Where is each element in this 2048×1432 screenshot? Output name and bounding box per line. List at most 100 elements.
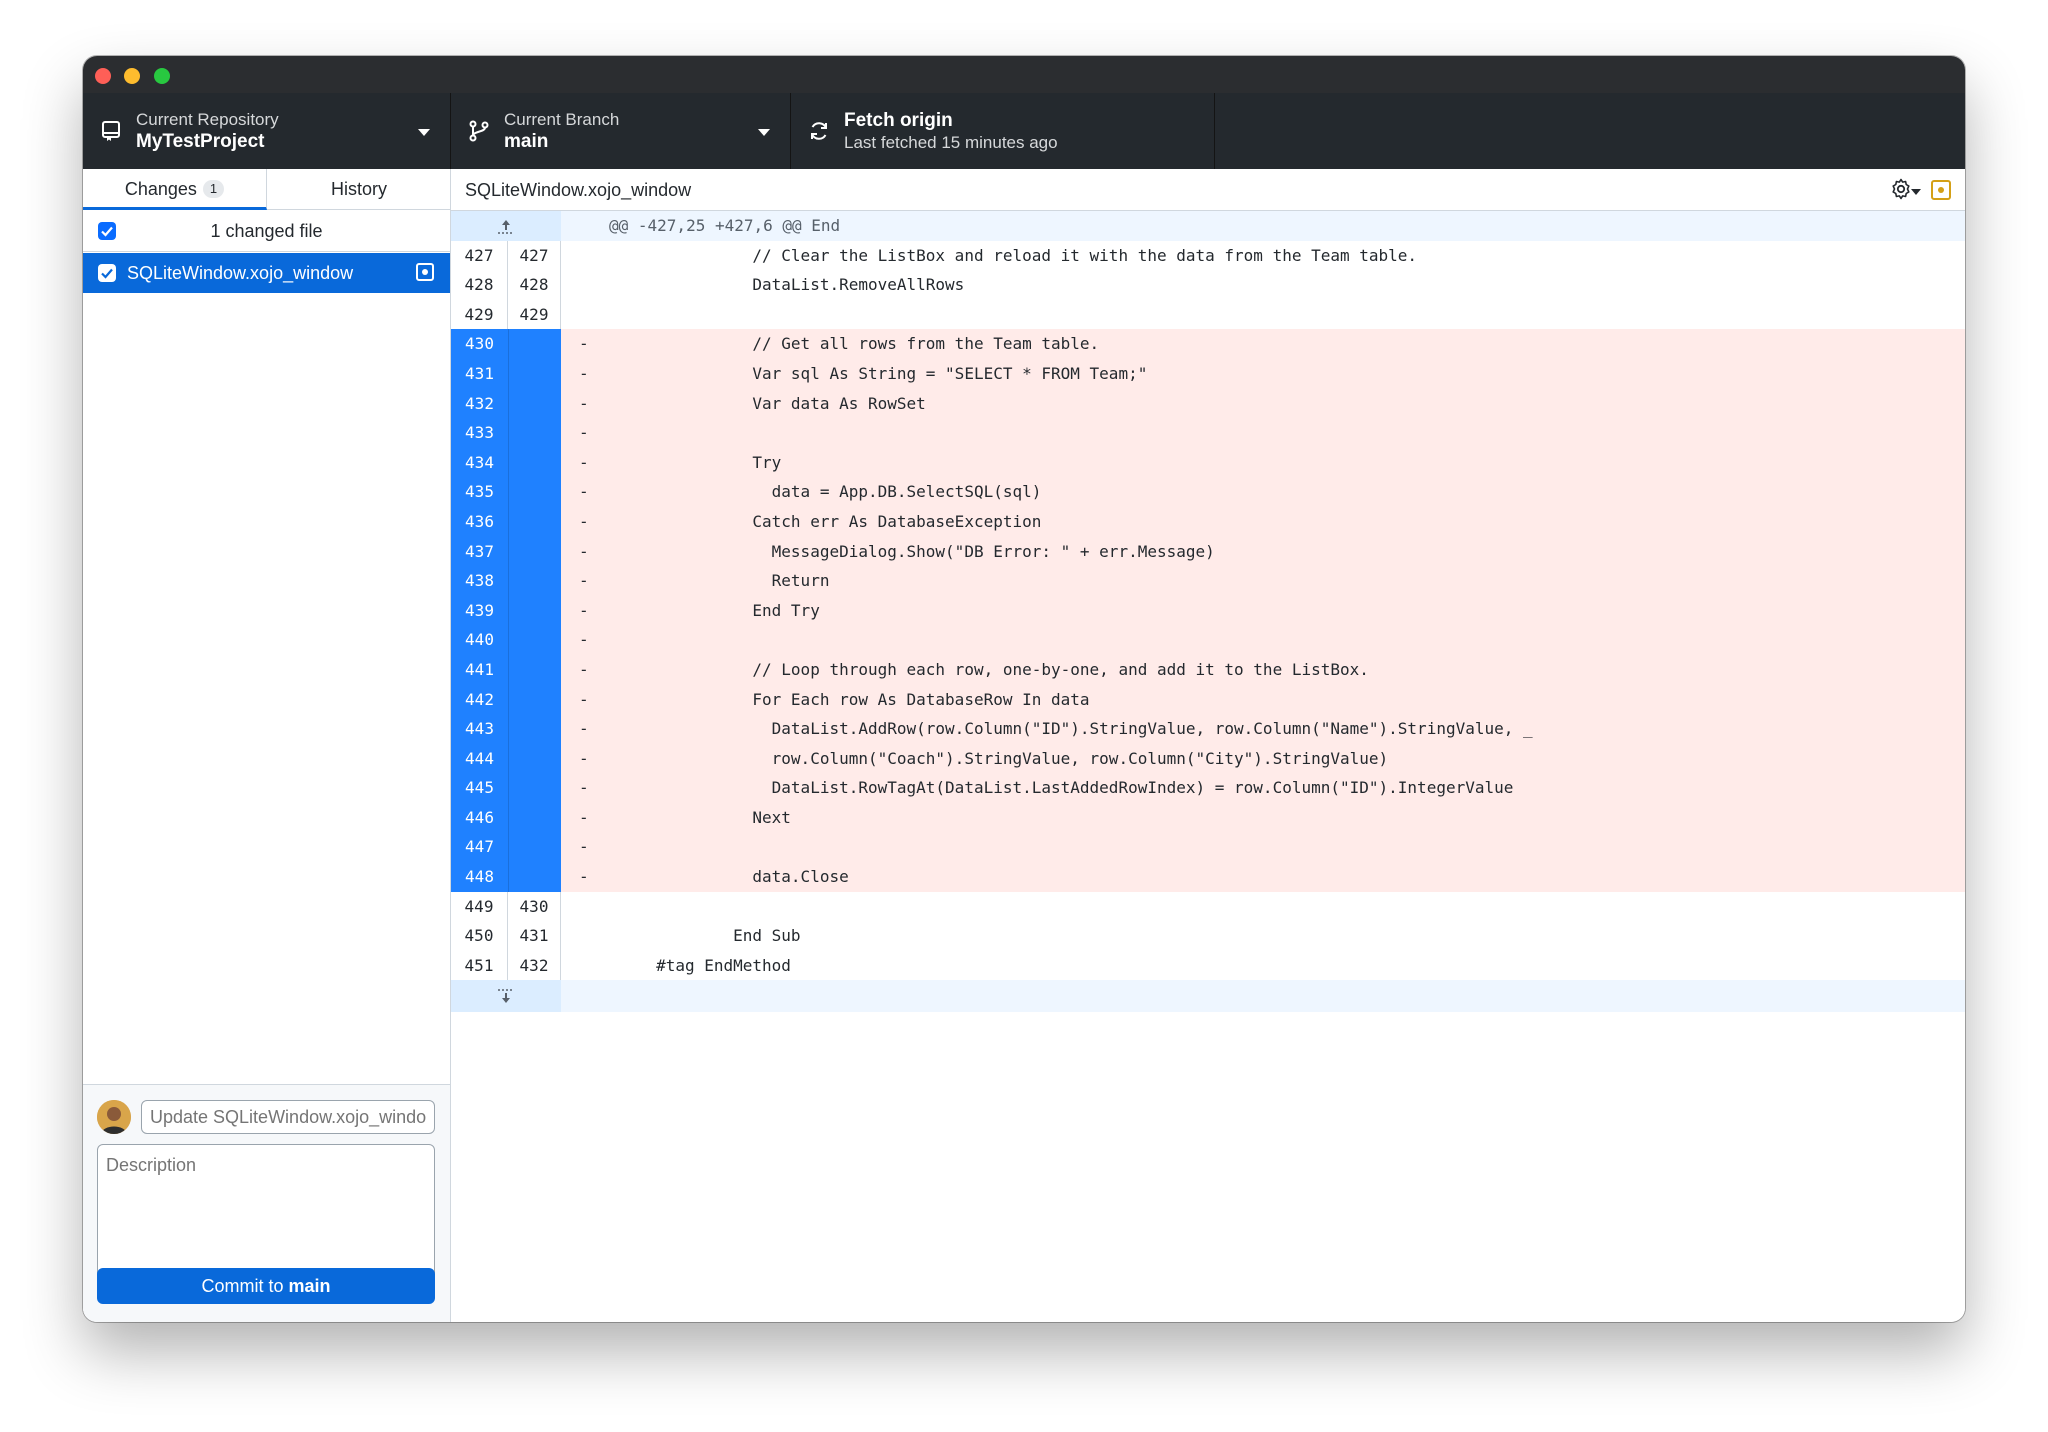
deleted-line[interactable]: 442 - For Each row As DatabaseRow In data bbox=[451, 684, 1965, 715]
new-line-number[interactable]: 428 bbox=[508, 270, 561, 300]
old-line-number[interactable]: 449 bbox=[451, 891, 508, 922]
tab-changes[interactable]: Changes 1 bbox=[83, 169, 267, 210]
new-line-number[interactable] bbox=[508, 477, 561, 507]
new-line-number[interactable] bbox=[508, 684, 561, 715]
old-line-number[interactable]: 451 bbox=[451, 950, 508, 981]
deleted-line[interactable]: 439 - End Try bbox=[451, 595, 1965, 626]
current-branch-button[interactable]: Current Branch main bbox=[451, 93, 791, 169]
context-line[interactable]: 427 427 // Clear the ListBox and reload i… bbox=[451, 240, 1965, 271]
fetch-status: Last fetched 15 minutes ago bbox=[844, 133, 1058, 152]
new-line-number[interactable] bbox=[508, 566, 561, 596]
deleted-line[interactable]: 436 - Catch err As DatabaseException bbox=[451, 506, 1965, 537]
old-line-number[interactable]: 427 bbox=[451, 240, 508, 271]
old-line-number[interactable]: 436 bbox=[451, 506, 508, 537]
deleted-line[interactable]: 446 - Next bbox=[451, 802, 1965, 833]
new-line-number[interactable]: 429 bbox=[508, 299, 561, 330]
context-line[interactable]: 451 432 #tag EndMethod bbox=[451, 950, 1965, 981]
code-text: - DataList.RowTagAt(DataList.LastAddedRo… bbox=[579, 778, 1514, 798]
expand-down-icon[interactable] bbox=[495, 987, 517, 1005]
deleted-line[interactable]: 447 - bbox=[451, 832, 1965, 863]
deleted-line[interactable]: 448 - data.Close bbox=[451, 862, 1965, 892]
new-line-number[interactable] bbox=[508, 832, 561, 863]
new-line-number[interactable] bbox=[508, 388, 561, 419]
deleted-line[interactable]: 444 - row.Column("Coach").StringValue, ro… bbox=[451, 743, 1965, 774]
old-line-number[interactable]: 447 bbox=[451, 832, 508, 863]
minimize-window-button[interactable] bbox=[124, 68, 140, 84]
old-line-number[interactable]: 428 bbox=[451, 270, 508, 300]
new-line-number[interactable] bbox=[508, 506, 561, 537]
old-line-number[interactable]: 438 bbox=[451, 566, 508, 596]
old-line-number[interactable]: 430 bbox=[451, 329, 508, 359]
old-line-number[interactable]: 433 bbox=[451, 418, 508, 448]
deleted-line[interactable]: 431 - Var sql As String = "SELECT * FROM … bbox=[451, 358, 1965, 389]
new-line-number[interactable] bbox=[508, 595, 561, 626]
changed-files-header: 1 changed file bbox=[83, 210, 450, 252]
deleted-line[interactable]: 430 - // Get all rows from the Team table… bbox=[451, 329, 1965, 359]
new-line-number[interactable] bbox=[508, 625, 561, 655]
deleted-line[interactable]: 433 - bbox=[451, 418, 1965, 448]
deleted-line[interactable]: 441 - // Loop through each row, one-by-on… bbox=[451, 654, 1965, 685]
context-line[interactable]: 450 431 End Sub bbox=[451, 921, 1965, 951]
new-line-number[interactable] bbox=[508, 773, 561, 803]
old-line-number[interactable]: 444 bbox=[451, 743, 508, 774]
old-line-number[interactable]: 440 bbox=[451, 625, 508, 655]
new-line-number[interactable] bbox=[508, 418, 561, 448]
chevron-down-icon[interactable] bbox=[1911, 189, 1921, 195]
code-text: - Next bbox=[579, 807, 791, 827]
fetch-origin-button[interactable]: Fetch origin Last fetched 15 minutes ago bbox=[791, 93, 1215, 169]
new-line-number[interactable]: 427 bbox=[508, 240, 561, 271]
new-line-number[interactable] bbox=[508, 743, 561, 774]
context-line[interactable]: 428 428 DataList.RemoveAllRows bbox=[451, 270, 1965, 300]
deleted-line[interactable]: 443 - DataList.AddRow(row.Column("ID").St… bbox=[451, 714, 1965, 744]
code-text: - bbox=[579, 837, 589, 857]
old-line-number[interactable]: 434 bbox=[451, 447, 508, 478]
new-line-number[interactable] bbox=[508, 714, 561, 744]
old-line-number[interactable]: 431 bbox=[451, 358, 508, 389]
old-line-number[interactable]: 429 bbox=[451, 299, 508, 330]
new-line-number[interactable]: 431 bbox=[508, 921, 561, 951]
expand-up-icon[interactable] bbox=[495, 218, 517, 236]
tab-history[interactable]: History bbox=[267, 169, 451, 210]
deleted-line[interactable]: 440 - bbox=[451, 625, 1965, 655]
deleted-line[interactable]: 437 - MessageDialog.Show("DB Error: " + e… bbox=[451, 536, 1965, 567]
changed-file-item[interactable]: SQLiteWindow.xojo_window bbox=[83, 253, 450, 293]
zoom-window-button[interactable] bbox=[154, 68, 170, 84]
old-line-number[interactable]: 435 bbox=[451, 477, 508, 507]
new-line-number[interactable] bbox=[508, 358, 561, 389]
new-line-number[interactable] bbox=[508, 862, 561, 892]
current-repository-button[interactable]: Current Repository MyTestProject bbox=[83, 93, 451, 169]
old-line-number[interactable]: 441 bbox=[451, 654, 508, 685]
deleted-line[interactable]: 432 - Var data As RowSet bbox=[451, 388, 1965, 419]
new-line-number[interactable] bbox=[508, 447, 561, 478]
new-line-number[interactable]: 430 bbox=[508, 891, 561, 922]
file-include-checkbox[interactable] bbox=[98, 264, 116, 282]
deleted-line[interactable]: 438 - Return bbox=[451, 566, 1965, 596]
old-line-number[interactable]: 437 bbox=[451, 536, 508, 567]
old-line-number[interactable]: 445 bbox=[451, 773, 508, 803]
commit-summary-input[interactable] bbox=[141, 1100, 435, 1134]
old-line-number[interactable]: 446 bbox=[451, 802, 508, 833]
deleted-line[interactable]: 445 - DataList.RowTagAt(DataList.LastAdde… bbox=[451, 773, 1965, 803]
commit-description-input[interactable] bbox=[98, 1145, 434, 1263]
deleted-line[interactable]: 435 - data = App.DB.SelectSQL(sql) bbox=[451, 477, 1965, 507]
new-line-number[interactable]: 432 bbox=[508, 950, 561, 981]
old-line-number[interactable]: 448 bbox=[451, 862, 508, 892]
new-line-number[interactable] bbox=[508, 654, 561, 685]
old-line-number[interactable]: 443 bbox=[451, 714, 508, 744]
deleted-line[interactable]: 434 - Try bbox=[451, 447, 1965, 478]
old-line-number[interactable]: 442 bbox=[451, 684, 508, 715]
context-line[interactable]: 449 430 bbox=[451, 891, 1965, 922]
old-line-number[interactable]: 439 bbox=[451, 595, 508, 626]
old-line-number[interactable]: 450 bbox=[451, 921, 508, 951]
file-modified-icon bbox=[1931, 180, 1951, 200]
checkmark-icon bbox=[101, 268, 113, 279]
new-line-number[interactable] bbox=[508, 329, 561, 359]
old-line-number[interactable]: 432 bbox=[451, 388, 508, 419]
new-line-number[interactable] bbox=[508, 536, 561, 567]
commit-button[interactable]: Commit to main bbox=[97, 1268, 435, 1304]
new-line-number[interactable] bbox=[508, 802, 561, 833]
close-window-button[interactable] bbox=[95, 68, 111, 84]
gear-icon[interactable] bbox=[1889, 177, 1913, 201]
context-line[interactable]: 429 429 bbox=[451, 299, 1965, 330]
commit-button-branch: main bbox=[288, 1276, 331, 1296]
